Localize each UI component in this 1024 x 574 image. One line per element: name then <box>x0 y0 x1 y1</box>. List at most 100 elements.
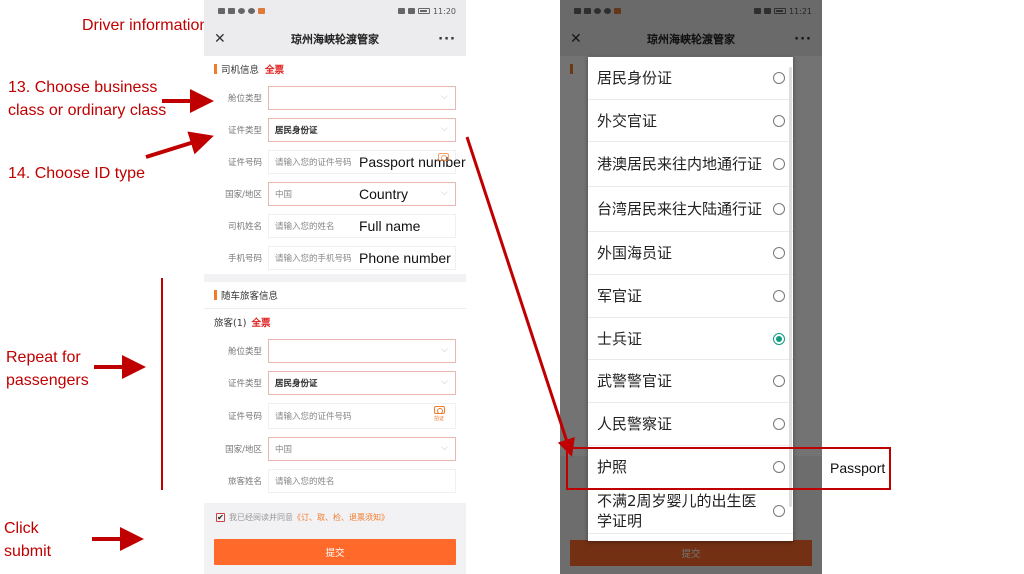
section-gap <box>204 274 466 282</box>
input-placeholder: 请输入您的手机号码 <box>275 254 352 264</box>
passenger-idnumber-input[interactable]: 请输入您的证件号码 拍证 <box>268 403 456 429</box>
step14-annotation: 14. Choose ID type <box>8 165 145 182</box>
driver-idnumber-row: 证件号码 请输入您的证件号码 Passport number <box>204 146 466 178</box>
driver-name-input[interactable]: 请输入您的姓名 Full name <box>268 214 456 238</box>
status-icons-right: 11:20 <box>397 7 456 16</box>
field-label: 手机号码 <box>227 254 262 264</box>
passenger-section: 随车旅客信息 旅客(1) 全票 舱位类型 ⌵ 证件类型 居民身份证 ⌵ 证件号码… <box>204 282 466 503</box>
agree-text: 我已经阅读并同意 <box>229 512 293 522</box>
passenger-cabin-row: 舱位类型 ⌵ <box>204 335 466 367</box>
id-option[interactable]: 不满2周岁婴儿的出生医学证明 <box>588 489 793 534</box>
id-option[interactable]: 居民身份证 <box>588 57 793 100</box>
id-option-label: 外交官证 <box>597 111 658 130</box>
sim-icon <box>218 8 225 14</box>
id-option[interactable]: 护照 <box>588 446 793 489</box>
radio-unchecked-icon[interactable] <box>773 71 785 84</box>
passenger-country-row: 国家/地区 中国 ⌵ <box>204 433 466 465</box>
radio-unchecked-icon[interactable] <box>773 247 785 260</box>
more-icon[interactable]: ··· <box>436 32 456 47</box>
passenger-idnumber-row: 证件号码 请输入您的证件号码 拍证 <box>204 399 466 433</box>
driver-country-select[interactable]: 中国 Country ⌵ <box>268 182 456 206</box>
radio-unchecked-icon[interactable] <box>773 158 785 171</box>
id-option[interactable]: 外交官证 <box>588 100 793 143</box>
radio-checked-icon[interactable] <box>773 332 785 345</box>
chevron-down-icon: ⌵ <box>441 124 448 134</box>
driver-name-row: 司机姓名 请输入您的姓名 Full name <box>204 210 466 242</box>
id-option-label: 居民身份证 <box>597 68 673 87</box>
id-option[interactable]: 武警警官证 <box>588 360 793 404</box>
status-bar: 11:20 <box>204 0 466 22</box>
radio-unchecked-icon[interactable] <box>773 375 785 388</box>
repeat-annotation: Repeat for passengers <box>6 349 89 389</box>
battery-icon <box>417 8 430 14</box>
left-phone-screen: 11:20 ✕ 琼州海峡轮渡管家 ··· 司机信息 全票 舱位类型 ⌵ 证件类型… <box>204 0 466 574</box>
status-icons-left <box>218 8 265 14</box>
ticket-type-tag: 全票 <box>265 65 285 76</box>
camera-label: 拍证 <box>433 416 444 422</box>
id-option[interactable]: 军官证 <box>588 275 793 318</box>
id-option-label: 护照 <box>597 457 628 476</box>
passenger-section-header: 随车旅客信息 <box>204 282 466 308</box>
driver-idnumber-input[interactable]: 请输入您的证件号码 Passport number <box>268 150 466 174</box>
id-option[interactable]: 人民警察证 <box>588 403 793 446</box>
id-option-label: 武警警官证 <box>597 372 673 391</box>
id-option[interactable]: 台湾居民来往大陆通行证 <box>588 187 793 233</box>
submit-button[interactable]: 提交 <box>214 539 456 565</box>
id-type-picker: 居民身份证外交官证港澳居民来往内地通行证 台湾居民来往大陆通行证 外国海员证军官证士… <box>588 57 793 541</box>
field-label: 舱位类型 <box>227 94 262 104</box>
driver-phone-row: 手机号码 请输入您的手机号码 Phone number <box>204 242 466 274</box>
driver-cabin-select[interactable]: ⌵ <box>268 86 456 110</box>
id-option[interactable]: 港澳居民来往内地通行证 <box>588 142 793 188</box>
alarm-icon <box>407 8 415 14</box>
passenger-name-row: 旅客姓名 请输入您的姓名 <box>204 465 466 497</box>
radio-unchecked-icon[interactable] <box>773 289 785 302</box>
scrollbar[interactable] <box>789 67 792 507</box>
country-annotation: Country <box>359 186 409 202</box>
id-option[interactable]: 外国海员证 <box>588 232 793 276</box>
app-icon <box>258 8 265 14</box>
nfc-icon <box>397 8 405 14</box>
click-submit-annotation: Click submit <box>4 520 52 560</box>
close-icon[interactable]: ✕ <box>214 31 234 47</box>
signal-icon <box>228 8 235 14</box>
section-accent-bar <box>214 64 217 74</box>
id-option-label: 人民警察证 <box>597 414 673 433</box>
radio-unchecked-icon[interactable] <box>773 504 785 517</box>
passenger-country-select[interactable]: 中国 ⌵ <box>268 437 456 461</box>
camera-scan-button[interactable]: 拍证 <box>431 406 447 424</box>
select-value: 中国 <box>275 190 293 200</box>
driver-info-annotation: Driver information <box>82 17 209 34</box>
passenger-name-input[interactable]: 请输入您的姓名 <box>268 469 456 493</box>
passenger-idtype-select[interactable]: 居民身份证 ⌵ <box>268 371 456 395</box>
driver-section-header: 司机信息 全票 <box>204 56 466 82</box>
camera-icon[interactable] <box>435 153 451 171</box>
arrow-step14 <box>145 131 214 159</box>
nav-bar: ✕ 琼州海峡轮渡管家 ··· <box>204 22 466 56</box>
field-label: 国家/地区 <box>225 445 262 455</box>
driver-idtype-select[interactable]: 居民身份证 ⌵ <box>268 118 456 142</box>
id-option-label: 军官证 <box>597 286 643 305</box>
driver-phone-input[interactable]: 请输入您的手机号码 Phone number <box>268 246 456 270</box>
passenger-label: 旅客(1) <box>214 318 247 329</box>
radio-unchecked-icon[interactable] <box>773 203 785 216</box>
passenger-cabin-select[interactable]: ⌵ <box>268 339 456 363</box>
id-option[interactable]: 士兵证 <box>588 318 793 361</box>
radio-unchecked-icon[interactable] <box>773 460 785 473</box>
agree-checkbox[interactable]: ✔ <box>216 512 225 522</box>
select-value: 中国 <box>275 445 293 455</box>
driver-cabin-row: 舱位类型 ⌵ <box>204 82 466 114</box>
select-value: 居民身份证 <box>275 379 318 389</box>
select-value: 居民身份证 <box>275 126 318 136</box>
field-label: 证件类型 <box>227 379 262 389</box>
passenger-idtype-row: 证件类型 居民身份证 ⌵ <box>204 367 466 399</box>
radio-unchecked-icon[interactable] <box>773 417 785 430</box>
driver-country-row: 国家/地区 中国 Country ⌵ <box>204 178 466 210</box>
driver-idtype-row: 证件类型 居民身份证 ⌵ <box>204 114 466 146</box>
id-option-label: 不满2周岁婴儿的出生医学证明 <box>597 491 757 530</box>
terms-link[interactable]: 《订、取、检、退票须知》 <box>293 512 389 523</box>
radio-unchecked-icon[interactable] <box>773 114 785 127</box>
phone-number-annotation: Phone number <box>359 250 451 266</box>
chevron-down-icon: ⌵ <box>441 443 448 453</box>
field-label: 证件类型 <box>227 126 262 136</box>
input-placeholder: 请输入您的姓名 <box>275 222 335 232</box>
